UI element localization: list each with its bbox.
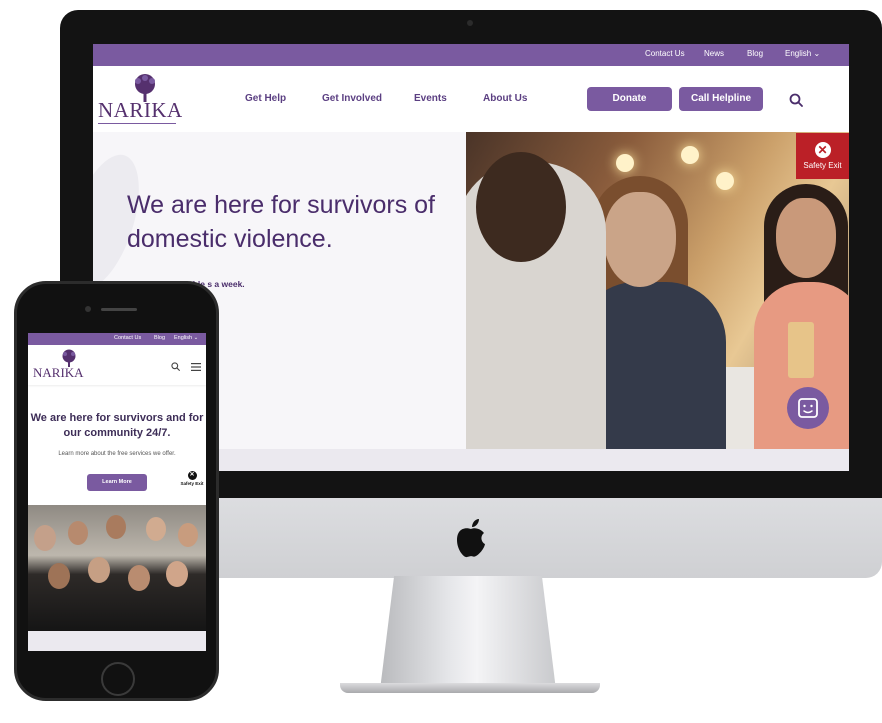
phone-speaker xyxy=(101,308,137,311)
mobile-bottom-strip xyxy=(28,631,206,651)
hero-title: We are here for survivors of domestic vi… xyxy=(127,191,435,253)
photo-person-face xyxy=(106,515,126,539)
mobile-utility-bar: Contact Us Blog English ⌄ xyxy=(28,333,206,345)
mobile-header: NARIKA xyxy=(28,345,206,385)
mobile-group-photo xyxy=(28,505,206,631)
news-link[interactable]: News xyxy=(704,49,724,58)
photo-person-face xyxy=(128,565,150,591)
close-icon: ✕ xyxy=(187,471,197,480)
language-select[interactable]: English ⌄ xyxy=(785,49,820,58)
mobile-logo-text[interactable]: NARIKA xyxy=(33,365,84,381)
photo-person-face xyxy=(604,192,676,287)
home-button[interactable] xyxy=(101,662,135,696)
photo-light xyxy=(681,146,699,164)
imac-stand xyxy=(380,576,556,690)
mobile-safety-exit-label: Safety Exit xyxy=(180,481,204,486)
call-helpline-button[interactable]: Call Helpline xyxy=(679,87,763,111)
narika-logo-text[interactable]: NARIKA xyxy=(98,98,183,123)
hamburger-menu-icon[interactable] xyxy=(191,363,201,371)
photo-person-hair xyxy=(476,152,566,262)
photo-light xyxy=(716,172,734,190)
mobile-safety-exit-button[interactable]: ✕ Safety Exit xyxy=(179,471,205,486)
mobile-contact-us-link[interactable]: Contact Us xyxy=(114,335,141,341)
photo-person-face xyxy=(178,523,198,547)
close-icon: ✕ xyxy=(814,142,831,158)
photo-person-face xyxy=(146,517,166,541)
photo-person-face xyxy=(68,521,88,545)
photo-person-face xyxy=(34,525,56,551)
imac-camera xyxy=(467,20,473,26)
nav-get-involved[interactable]: Get Involved xyxy=(322,93,382,104)
search-icon[interactable] xyxy=(171,362,180,371)
mobile-hero-subtitle: Learn more about the free services we of… xyxy=(58,451,176,457)
nav-about-us[interactable]: About Us xyxy=(483,93,527,104)
mobile-hero-title: We are here for survivors and for our co… xyxy=(30,412,204,439)
mobile-blog-link[interactable]: Blog xyxy=(154,335,165,341)
chat-face-icon xyxy=(798,398,818,418)
utility-bar: Contact Us News Blog English ⌄ xyxy=(93,44,849,66)
blog-link[interactable]: Blog xyxy=(747,49,763,58)
search-icon[interactable] xyxy=(789,93,803,107)
apple-logo-icon xyxy=(457,519,485,558)
mobile-language-select[interactable]: English ⌄ xyxy=(174,335,198,341)
phone-camera xyxy=(85,306,91,312)
nav-events[interactable]: Events xyxy=(414,93,447,104)
contact-us-link[interactable]: Contact Us xyxy=(645,49,685,58)
photo-light xyxy=(616,154,634,172)
photo-person-face xyxy=(88,557,110,583)
nav-get-help[interactable]: Get Help xyxy=(245,93,286,104)
learn-more-button[interactable]: Learn More xyxy=(87,474,147,491)
chat-widget-button[interactable] xyxy=(787,387,829,429)
logo-underline xyxy=(98,123,176,124)
imac-stand-base xyxy=(340,683,600,693)
safety-exit-button[interactable]: ✕ Safety Exit xyxy=(796,133,849,179)
photo-person-face xyxy=(48,563,70,589)
donate-button[interactable]: Donate xyxy=(587,87,672,111)
safety-exit-label: Safety Exit xyxy=(803,161,842,170)
photo-person-face xyxy=(166,561,188,587)
mobile-website: Contact Us Blog English ⌄ NARIKA We are … xyxy=(28,333,206,651)
photo-person-face xyxy=(776,198,836,278)
photo-drink xyxy=(788,322,814,378)
main-navigation: NARIKA Get Help Get Involved Events Abou… xyxy=(93,66,849,132)
